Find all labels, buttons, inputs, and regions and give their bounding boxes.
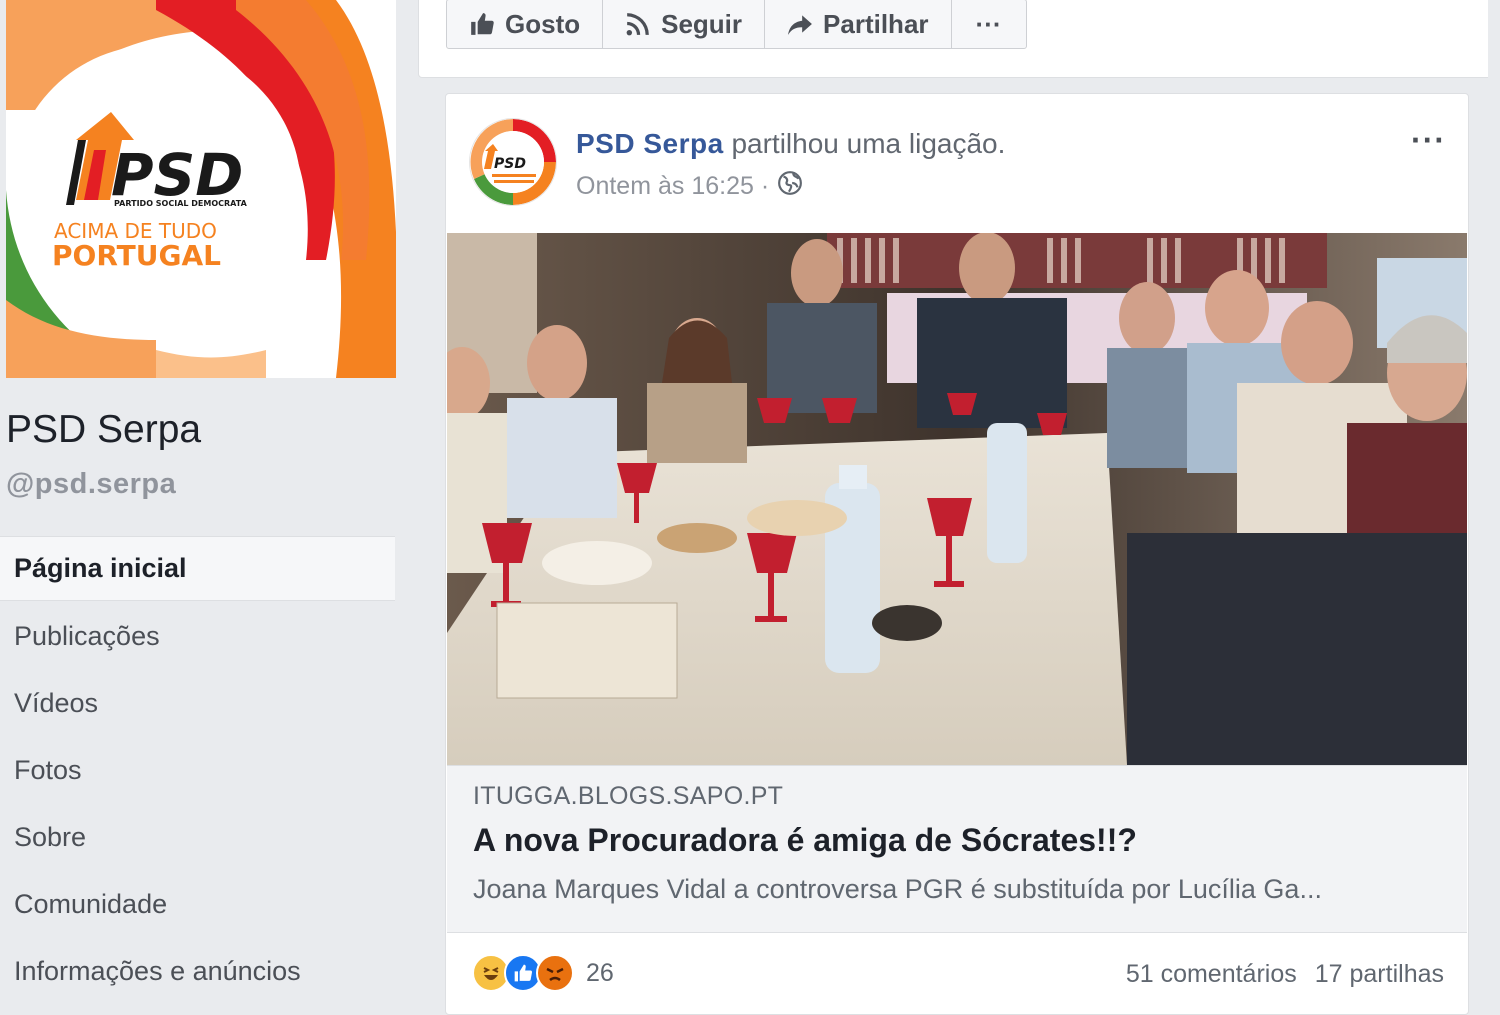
share-arrow-icon xyxy=(787,11,813,37)
page-action-box: Gosto Seguir Partilhar ··· xyxy=(418,0,1500,78)
comment-count-link[interactable]: 51 comentários xyxy=(1126,960,1297,989)
post-action-text: partilhou uma ligação. xyxy=(731,128,1006,159)
avatar-wordmark: PSD xyxy=(494,156,526,172)
more-dots-icon: ··· xyxy=(975,8,1002,39)
page-nav: Página inicial Publicações Vídeos Fotos … xyxy=(0,536,395,1007)
psd-logo: PSD PARTIDO SOCIAL DEMOCRATA ACIMA DE TU… xyxy=(6,0,396,378)
nav-item-community[interactable]: Comunidade xyxy=(0,873,395,936)
feed-post: PSD PSD Serpa partilhou uma ligação. Ont… xyxy=(445,93,1469,1015)
post-header: PSD Serpa partilhou uma ligação. xyxy=(576,128,1005,160)
psd-logo-small: PSD xyxy=(470,119,556,205)
nav-item-photos[interactable]: Fotos xyxy=(0,739,395,802)
reaction-count: 26 xyxy=(586,958,614,987)
logo-party-full: PARTIDO SOCIAL DEMOCRATA xyxy=(114,199,248,208)
share-count-link[interactable]: 17 partilhas xyxy=(1315,960,1444,989)
nav-item-about[interactable]: Sobre xyxy=(0,806,395,869)
page-action-bar: Gosto Seguir Partilhar ··· xyxy=(446,0,1027,49)
angry-reaction-icon xyxy=(536,954,574,992)
link-preview-image[interactable] xyxy=(447,233,1467,765)
reactions-summary[interactable]: 26 xyxy=(472,954,614,992)
more-actions-button[interactable]: ··· xyxy=(952,0,1026,48)
thumbs-up-icon xyxy=(469,11,495,37)
post-stats: 51 comentários 17 partilhas xyxy=(1126,960,1444,989)
link-description: Joana Marques Vidal a controversa PGR é … xyxy=(473,874,1322,904)
nav-item-info-ads[interactable]: Informações e anúncios xyxy=(0,940,395,1003)
follow-label: Seguir xyxy=(661,8,743,39)
post-options-button[interactable]: ··· xyxy=(1411,122,1446,159)
follow-button[interactable]: Seguir xyxy=(603,0,766,48)
page-title[interactable]: PSD Serpa xyxy=(6,408,201,452)
like-page-button[interactable]: Gosto xyxy=(447,0,604,48)
nav-item-videos[interactable]: Vídeos xyxy=(0,672,395,735)
share-page-button[interactable]: Partilhar xyxy=(765,0,952,48)
globe-icon[interactable] xyxy=(777,170,803,203)
nav-item-home[interactable]: Página inicial xyxy=(0,536,395,601)
profile-picture[interactable]: PSD PARTIDO SOCIAL DEMOCRATA ACIMA DE TU… xyxy=(6,0,396,378)
page-edge xyxy=(1488,0,1500,1000)
link-title[interactable]: A nova Procuradora é amiga de Sócrates!!… xyxy=(473,822,1137,859)
rss-icon xyxy=(625,11,651,37)
left-sidebar: PSD PARTIDO SOCIAL DEMOCRATA ACIMA DE TU… xyxy=(0,0,418,1000)
share-page-label: Partilhar xyxy=(823,8,929,39)
post-author-avatar[interactable]: PSD xyxy=(470,119,556,205)
dinner-photo xyxy=(447,233,1467,765)
post-timestamp[interactable]: Ontem às 16:25 · xyxy=(576,172,769,201)
link-preview-details[interactable]: ITUGGA.BLOGS.SAPO.PT A nova Procuradora … xyxy=(447,765,1467,933)
page-handle[interactable]: @psd.serpa xyxy=(6,468,176,501)
main-column: Gosto Seguir Partilhar ··· PSD PSD Serpa… xyxy=(418,0,1500,1015)
nav-item-posts[interactable]: Publicações xyxy=(0,605,395,668)
like-page-label: Gosto xyxy=(505,8,581,39)
post-author-link[interactable]: PSD Serpa xyxy=(576,128,724,159)
logo-slogan-line2: PORTUGAL xyxy=(52,239,221,272)
post-meta: Ontem às 16:25 · xyxy=(576,170,803,203)
link-domain: ITUGGA.BLOGS.SAPO.PT xyxy=(473,782,784,810)
